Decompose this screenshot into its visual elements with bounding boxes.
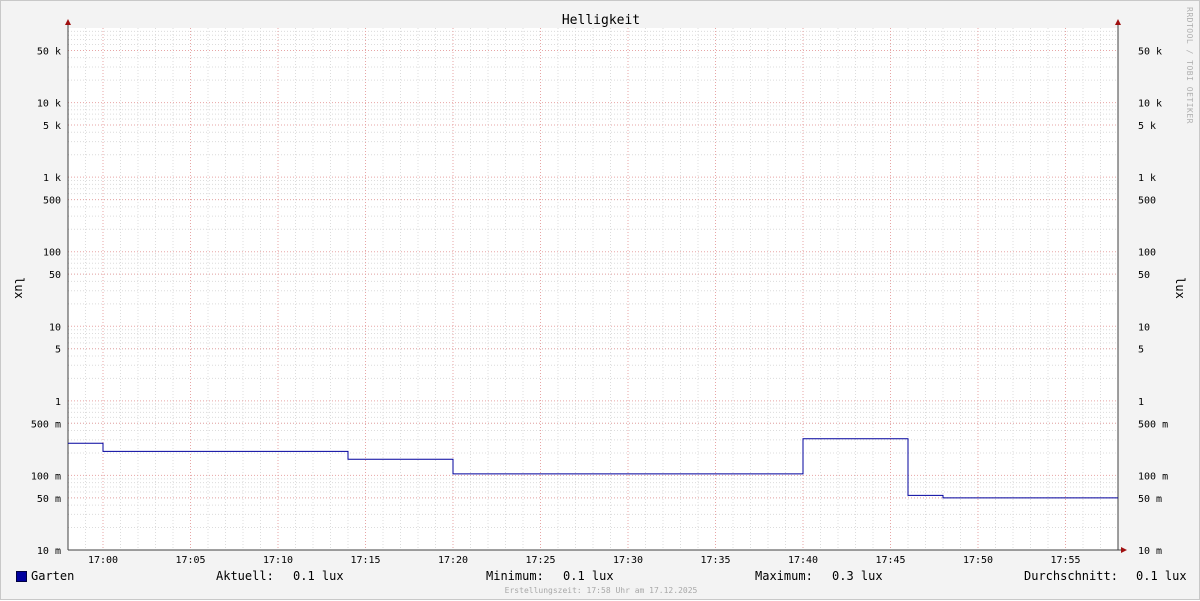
x-tick-label: 17:45 — [875, 555, 905, 566]
y-tick-label-right: 500 — [1138, 196, 1156, 207]
y-tick-label-left: 500 m — [31, 419, 61, 430]
x-tick-label: 17:05 — [175, 555, 205, 566]
y-tick-label-right: 100 m — [1138, 471, 1168, 482]
x-tick-label: 17:30 — [613, 555, 643, 566]
y-tick-label-left: 100 — [43, 248, 61, 259]
legend-max-label: Maximum: — [755, 569, 813, 585]
legend-min-value: 0.1 lux — [563, 569, 614, 585]
y-tick-label-right: 50 m — [1138, 494, 1162, 505]
y-tick-label-left: 10 k — [37, 99, 61, 110]
x-tick-label: 17:40 — [788, 555, 818, 566]
legend-series-name: Garten — [31, 569, 74, 585]
legend-min-label: Minimum: — [486, 569, 544, 585]
y-tick-label-left: 5 — [55, 345, 61, 356]
creation-time-footer: Erstellungszeit: 17:58 Uhr am 17.12.2025 — [1, 586, 1200, 595]
x-tick-label: 17:10 — [263, 555, 293, 566]
y-tick-label-right: 50 — [1138, 270, 1150, 281]
y-tick-label-left: 1 — [55, 397, 61, 408]
y-tick-label-left: 100 m — [31, 471, 61, 482]
chart-svg: 50 k50 k10 k10 k5 k5 k1 k1 k500500100100… — [1, 1, 1200, 601]
y-tick-label-left: 50 m — [37, 494, 61, 505]
y-tick-label-right: 5 k — [1138, 121, 1156, 132]
x-tick-label: 17:00 — [88, 555, 118, 566]
x-tick-label: 17:15 — [350, 555, 380, 566]
y-tick-label-right: 100 — [1138, 248, 1156, 259]
y-tick-label-right: 10 m — [1138, 546, 1162, 557]
x-axis-arrow — [1121, 547, 1127, 553]
y-tick-label-right: 1 — [1138, 397, 1144, 408]
legend-avg-label: Durchschnitt: — [1024, 569, 1118, 585]
rrdtool-watermark: RRDTOOL / TOBI OETIKER — [1185, 7, 1194, 124]
y-tick-label-right: 5 — [1138, 345, 1144, 356]
y-tick-label-left: 5 k — [43, 121, 61, 132]
x-tick-label: 17:25 — [525, 555, 555, 566]
y-tick-label-left: 1 k — [43, 173, 61, 184]
x-tick-label: 17:50 — [963, 555, 993, 566]
legend-current-label: Aktuell: — [216, 569, 274, 585]
y-axis-right-arrow — [1115, 19, 1121, 25]
y-axis-label-left: lux — [12, 277, 26, 299]
x-tick-label: 17:35 — [700, 555, 730, 566]
y-tick-label-right: 10 k — [1138, 99, 1162, 110]
y-tick-label-right: 1 k — [1138, 173, 1156, 184]
x-tick-label: 17:55 — [1050, 555, 1080, 566]
y-tick-label-right: 500 m — [1138, 419, 1168, 430]
x-tick-labels: 17:00 17:05 17:10 17:15 17:20 17:25 17:30 17:35… — [88, 555, 1081, 566]
y-tick-label-left: 50 k — [37, 46, 61, 57]
chart-frame: 50 k50 k10 k10 k5 k5 k1 k1 k500500100100… — [0, 0, 1200, 600]
y-tick-label-left: 10 m — [37, 546, 61, 557]
y-tick-label-left: 10 — [49, 322, 61, 333]
y-axis-label-right: lux — [1173, 277, 1187, 299]
legend-current-value: 0.1 lux — [293, 569, 344, 585]
chart-title: Helligkeit — [562, 13, 640, 28]
y-tick-label-right: 50 k — [1138, 46, 1162, 57]
y-tick-label-right: 10 — [1138, 322, 1150, 333]
y-axis-left-arrow — [65, 19, 71, 25]
x-tick-label: 17:20 — [438, 555, 468, 566]
grid-minor — [68, 28, 1118, 550]
y-tick-label-left: 500 — [43, 196, 61, 207]
legend-avg-value: 0.1 lux — [1136, 569, 1187, 585]
y-tick-label-left: 50 — [49, 270, 61, 281]
legend-swatch-garten — [16, 571, 27, 582]
legend-max-value: 0.3 lux — [832, 569, 883, 585]
